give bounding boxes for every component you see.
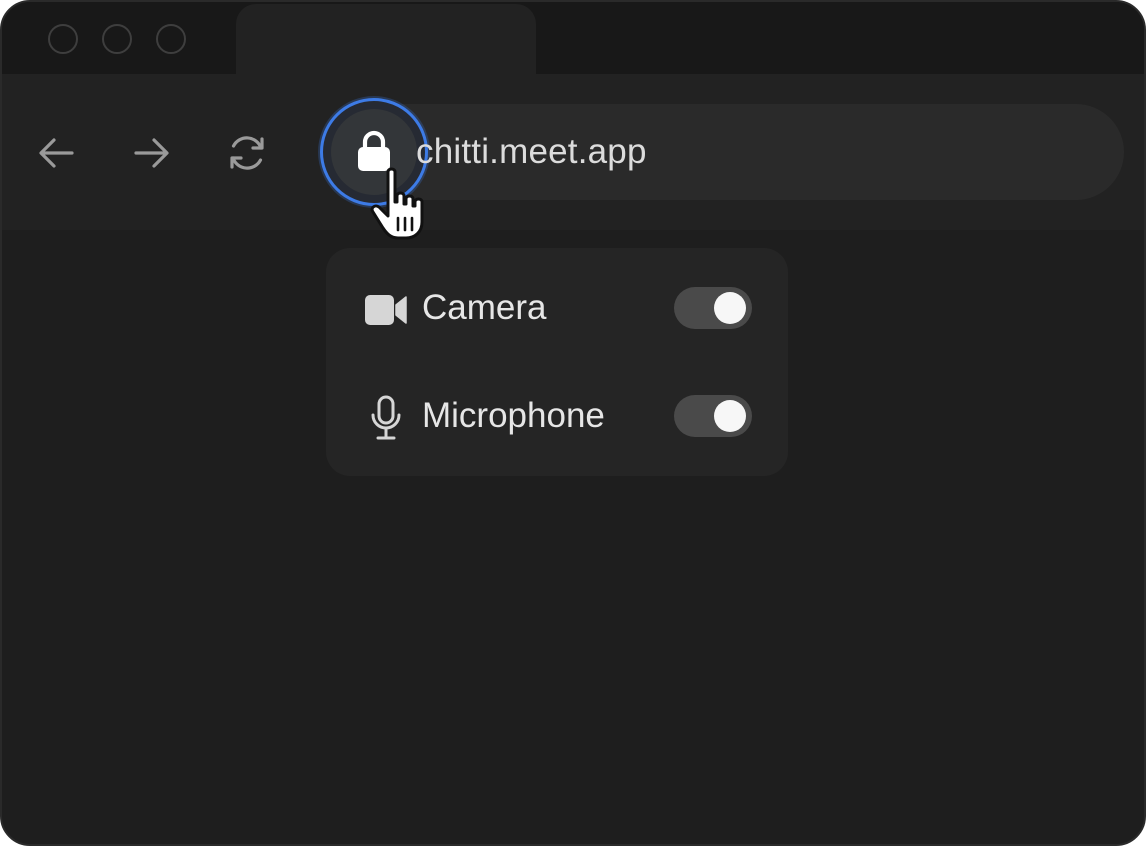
- site-permissions-popup: Camera Microphone: [326, 248, 788, 476]
- camera-toggle-knob: [714, 292, 746, 324]
- video-camera-icon: [362, 286, 410, 334]
- url-text: chitti.meet.app: [416, 132, 647, 171]
- site-info-button-inner: [331, 109, 417, 195]
- browser-tab[interactable]: [236, 4, 536, 74]
- lock-icon: [358, 130, 390, 171]
- window-minimize-button[interactable]: [102, 24, 132, 54]
- browser-toolbar: chitti.meet.app: [2, 74, 1144, 230]
- arrow-right-icon: [134, 138, 169, 168]
- camera-toggle[interactable]: [674, 287, 752, 329]
- permission-label-camera: Camera: [422, 288, 547, 327]
- window-maximize-button[interactable]: [156, 24, 186, 54]
- microphone-icon: [362, 394, 410, 442]
- permission-row-camera: Camera: [326, 278, 788, 338]
- permission-row-microphone: Microphone: [326, 386, 788, 446]
- address-bar[interactable]: chitti.meet.app: [320, 98, 1124, 206]
- microphone-toggle-knob: [714, 400, 746, 432]
- refresh-icon: [230, 136, 264, 170]
- title-bar: [2, 2, 1144, 74]
- window-close-button[interactable]: [48, 24, 78, 54]
- forward-button[interactable]: [129, 130, 175, 176]
- microphone-toggle[interactable]: [674, 395, 752, 437]
- permission-label-microphone: Microphone: [422, 396, 605, 435]
- site-info-button[interactable]: [320, 98, 428, 206]
- browser-window: chitti.meet.app Camera Microphone: [0, 0, 1146, 846]
- reload-button[interactable]: [224, 130, 270, 176]
- back-button[interactable]: [33, 130, 79, 176]
- arrow-left-icon: [39, 138, 74, 168]
